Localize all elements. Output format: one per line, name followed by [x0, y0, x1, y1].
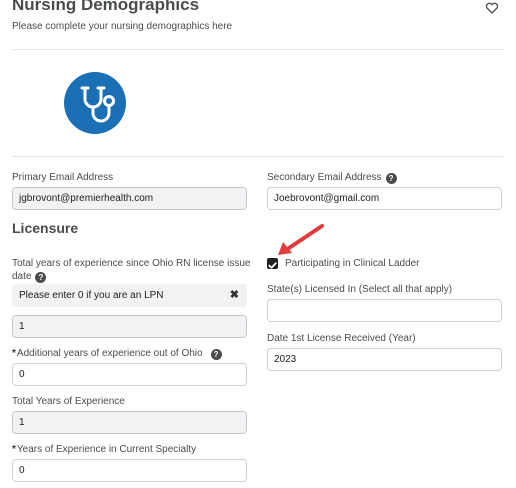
secondary-email-label: Secondary Email Address [267, 172, 382, 183]
total-experience-label: Total Years of Experience [12, 396, 125, 407]
first-license-year-field[interactable]: 2023 [267, 348, 502, 371]
secondary-email-field[interactable]: Joebrovont@gmail.com [267, 187, 502, 210]
out-of-ohio-label: Additional years of experience out of Oh… [16, 348, 203, 359]
help-icon[interactable]: ? [385, 173, 397, 184]
close-icon[interactable]: ✖ [230, 285, 239, 306]
ohio-experience-label-line2-row: date? [12, 271, 47, 283]
required-marker: * [12, 348, 16, 359]
current-specialty-label: Years of Experience in Current Specialty [16, 444, 197, 455]
ohio-experience-label-line2: date [12, 271, 32, 282]
out-of-ohio-label-row: *Additional years of experience out of O… [12, 348, 222, 360]
out-of-ohio-field[interactable]: 0 [12, 363, 247, 386]
heart-outline-icon[interactable] [485, 1, 499, 15]
required-marker: * [12, 444, 16, 455]
first-license-year-label: Date 1st License Received (Year) [267, 333, 416, 344]
ohio-experience-hint: Please enter 0 if you are an LPN ✖ [12, 284, 247, 307]
states-licensed-label: State(s) Licensed In (Select all that ap… [267, 284, 453, 295]
page-title: Nursing Demographics [12, 0, 200, 14]
avatar [64, 72, 126, 134]
page-subtitle: Please complete your nursing demographic… [12, 21, 233, 32]
total-experience-field[interactable]: 1 [12, 411, 247, 434]
current-specialty-field[interactable]: 0 [12, 459, 247, 482]
ohio-experience-label-line1: Total years of experience since Ohio RN … [12, 258, 251, 269]
divider-middle [12, 156, 503, 157]
help-icon[interactable]: ? [210, 349, 222, 360]
stethoscope-icon [80, 86, 115, 123]
clinical-ladder-label[interactable]: Participating in Clinical Ladder [285, 258, 420, 269]
licensure-heading: Licensure [12, 220, 79, 236]
ohio-experience-field[interactable]: 1 [12, 315, 247, 338]
states-licensed-field[interactable] [267, 299, 502, 322]
secondary-email-label-row: Secondary Email Address? [267, 172, 397, 184]
hint-text: Please enter 0 if you are an LPN [19, 290, 164, 301]
help-icon[interactable]: ? [35, 272, 47, 283]
check-icon [268, 262, 277, 269]
primary-email-label: Primary Email Address [12, 172, 114, 183]
red-arrow [278, 224, 324, 255]
divider-top [12, 49, 503, 50]
primary-email-field[interactable]: jgbrovont@premierhealth.com [12, 187, 247, 210]
current-specialty-label-row: *Years of Experience in Current Specialt… [12, 444, 196, 455]
clinical-ladder-checkbox[interactable] [267, 258, 278, 269]
